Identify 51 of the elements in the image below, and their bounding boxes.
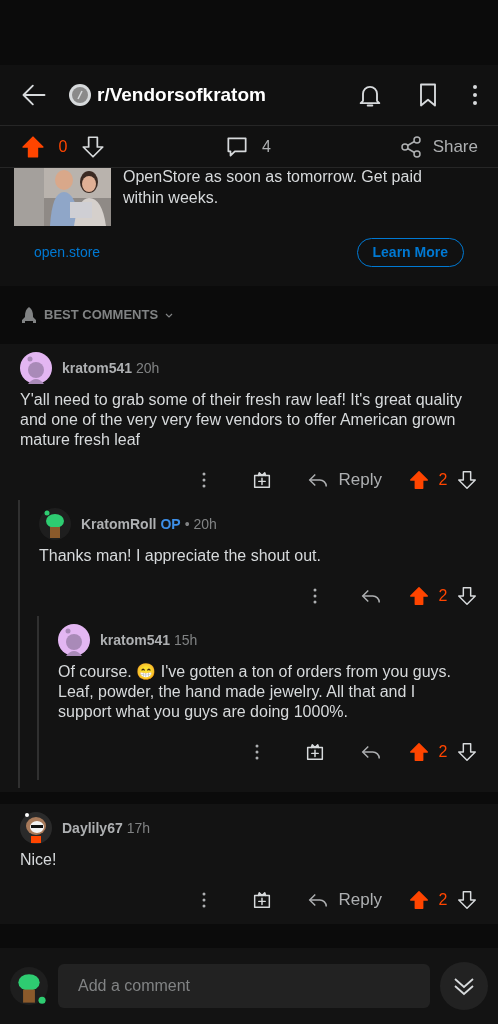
downvote-icon[interactable] xyxy=(456,741,478,763)
username: kratom541 xyxy=(62,358,133,378)
subreddit-name: r/Vendorsofkratom xyxy=(97,82,266,107)
comment-text: Y'all need to grab some of their fresh raw leaf! It's great quality and one of the very very few vendors to offer American grown mature fresh leaf xyxy=(20,390,463,450)
scroll-down-button[interactable] xyxy=(440,962,488,1010)
downvote-icon[interactable] xyxy=(456,585,478,607)
downvote-icon[interactable] xyxy=(456,469,478,491)
vote-count: 2 xyxy=(437,586,449,606)
reply-button[interactable]: Reply xyxy=(306,887,382,913)
user-avatar[interactable] xyxy=(58,624,90,656)
user-avatar[interactable] xyxy=(39,508,71,540)
downvote-icon[interactable] xyxy=(456,889,478,911)
share-button[interactable]: Share xyxy=(398,133,478,160)
upvote-icon[interactable] xyxy=(408,889,430,911)
comment-time: 17h xyxy=(126,818,151,838)
reply-button[interactable]: Reply xyxy=(306,467,382,493)
user-avatar[interactable] xyxy=(10,967,48,1005)
op-label: OP xyxy=(160,514,181,534)
more-options-icon[interactable] xyxy=(313,588,317,604)
username: KratomRoll xyxy=(81,514,157,534)
comment-time: 20h xyxy=(136,358,160,378)
vote-count: 0 xyxy=(57,136,69,157)
upvote-icon[interactable] xyxy=(408,585,430,607)
upvote-icon[interactable] xyxy=(408,741,430,763)
upvote-icon[interactable] xyxy=(408,469,430,491)
user-avatar[interactable] xyxy=(20,812,52,844)
sort-dropdown[interactable]: BEST COMMENTS xyxy=(44,305,175,325)
downvote-icon[interactable] xyxy=(80,133,106,160)
username: kratom541 xyxy=(100,630,171,650)
comment-count: 4 xyxy=(262,136,271,157)
subreddit-icon xyxy=(68,83,92,107)
more-options-icon[interactable] xyxy=(472,84,478,106)
comment-text: Of course. 😁 I've gotten a ton of orders from you guys. Leaf, powder, the hand made jewelry. All that and I support what you guys are doing 1000%. xyxy=(58,662,452,722)
vote-count: 2 xyxy=(437,890,449,910)
username: Daylily67 xyxy=(62,818,123,838)
vote-count: 2 xyxy=(437,470,449,490)
comment-text: Nice! xyxy=(20,850,58,870)
rocket-icon xyxy=(20,306,38,324)
ad-text: OpenStore as soon as tomorrow. Get paid within weeks. xyxy=(123,167,423,208)
comment-time: 15h xyxy=(174,630,198,650)
more-options-icon[interactable] xyxy=(201,472,206,488)
more-options-icon[interactable] xyxy=(255,744,259,760)
comment-field[interactable]: Add a comment xyxy=(58,964,430,1008)
ad-link[interactable]: open.store xyxy=(34,242,101,263)
more-options-icon[interactable] xyxy=(201,892,206,908)
gift-icon[interactable] xyxy=(304,741,326,763)
comment-time: • 20h xyxy=(184,514,217,534)
user-avatar[interactable] xyxy=(20,352,52,384)
comment-text: Thanks man! I appreciate the shout out. xyxy=(39,546,322,566)
share-icon xyxy=(398,134,423,159)
vote-count: 2 xyxy=(437,742,449,762)
